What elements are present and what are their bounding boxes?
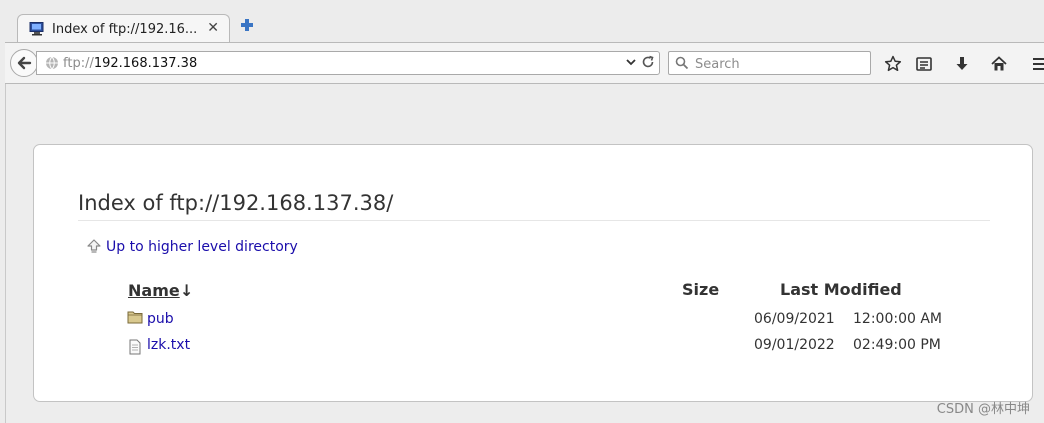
- directory-listing-card: Index of ftp://192.168.137.38/ Up to hig…: [33, 144, 1033, 402]
- page-title: Index of ftp://192.168.137.38/: [78, 191, 394, 215]
- chevron-down-icon[interactable]: [625, 56, 637, 68]
- tab-title: Index of ftp://192.16...: [52, 22, 198, 37]
- download-icon[interactable]: [953, 55, 971, 73]
- list-item-time: 02:49:00 PM: [853, 337, 941, 353]
- search-icon: [675, 56, 689, 70]
- computer-icon: [29, 22, 44, 36]
- list-item-date: 06/09/2021: [754, 311, 835, 327]
- navigation-bar: ftp://192.168.137.38 Search: [5, 42, 1044, 84]
- menu-icon[interactable]: [1031, 55, 1044, 73]
- list-item-link[interactable]: pub: [147, 311, 174, 327]
- list-item-date: 09/01/2022: [754, 337, 835, 353]
- folder-icon: [127, 311, 143, 324]
- column-header-name[interactable]: Name: [128, 281, 180, 300]
- sort-arrow-icon: ↓: [180, 281, 194, 300]
- watermark: CSDN @林中坤: [936, 402, 1030, 417]
- search-placeholder: Search: [695, 57, 740, 72]
- search-bar[interactable]: Search: [668, 51, 871, 75]
- list-item-time: 12:00:00 AM: [853, 311, 942, 327]
- reload-icon[interactable]: [641, 55, 655, 69]
- url-protocol: ftp://: [63, 56, 94, 71]
- back-arrow-icon: [17, 56, 32, 70]
- close-tab-icon[interactable]: ✕: [207, 20, 219, 36]
- globe-icon: [46, 56, 58, 70]
- up-directory-link[interactable]: Up to higher level directory: [106, 239, 298, 255]
- back-button[interactable]: [10, 49, 38, 77]
- title-divider: [78, 220, 990, 221]
- bookmark-star-icon[interactable]: [884, 55, 902, 73]
- list-item-link[interactable]: lzk.txt: [147, 337, 190, 353]
- column-header-size[interactable]: Size: [682, 280, 719, 299]
- tab-strip: Index of ftp://192.16... ✕: [0, 0, 1044, 43]
- url-host: 192.168.137.38: [93, 56, 198, 71]
- text-file-icon: [129, 339, 141, 355]
- new-tab-plus-icon[interactable]: [240, 18, 254, 32]
- url-bar[interactable]: ftp://192.168.137.38: [36, 51, 660, 75]
- home-icon[interactable]: [990, 55, 1008, 73]
- tab-ftp-index[interactable]: Index of ftp://192.16... ✕: [17, 14, 230, 43]
- reading-list-icon[interactable]: [915, 55, 933, 73]
- up-arrow-icon[interactable]: [86, 238, 102, 254]
- url-text: ftp://192.168.137.38: [63, 56, 197, 71]
- column-header-last-modified[interactable]: Last Modified: [780, 280, 902, 299]
